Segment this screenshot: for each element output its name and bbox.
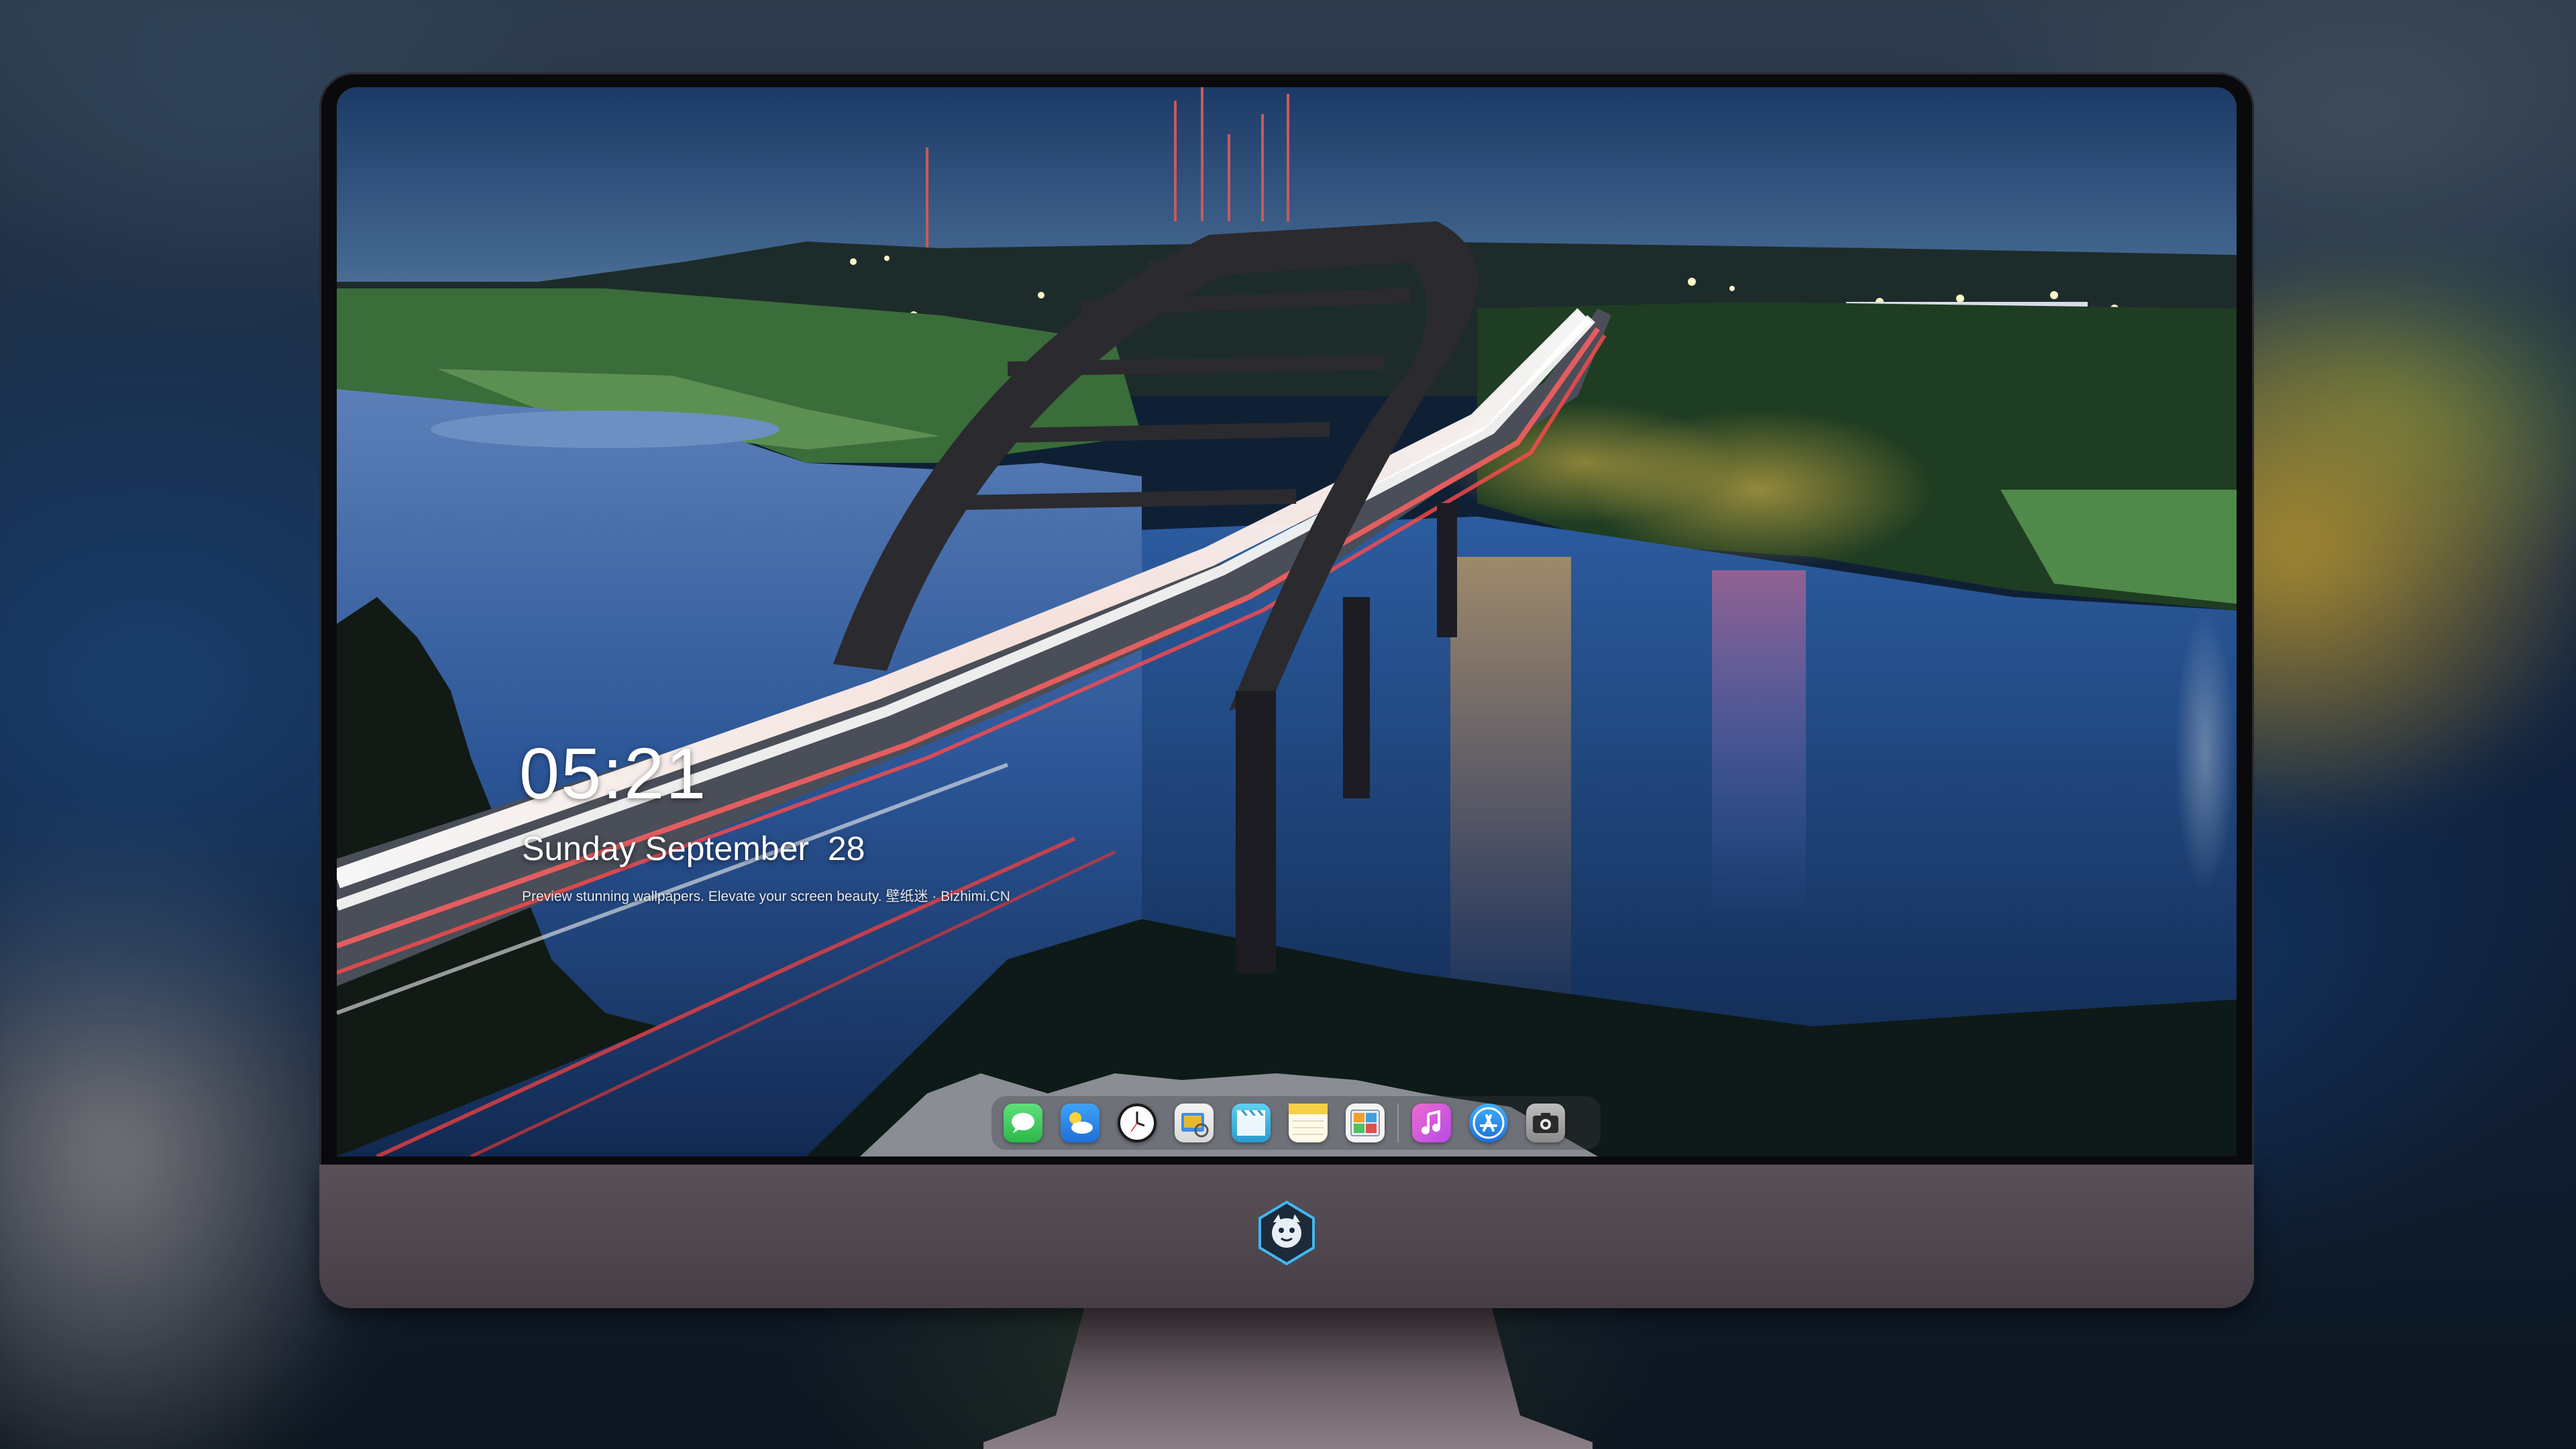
monitor-stand <box>983 1308 1593 1449</box>
notes-icon[interactable] <box>1289 1104 1328 1142</box>
camera-icon[interactable] <box>1526 1104 1565 1142</box>
screen: 05:21 Sunday September 28 Preview stunni… <box>337 87 2237 1157</box>
clips-icon[interactable] <box>1232 1104 1271 1142</box>
wallpaper-caption: Preview stunning wallpapers. Elevate you… <box>522 889 1010 904</box>
stage: 05:21 Sunday September 28 Preview stunni… <box>0 0 2576 1449</box>
brand-logo-icon <box>1258 1200 1315 1266</box>
dock <box>991 1096 1601 1150</box>
photos-icon[interactable] <box>1346 1104 1385 1142</box>
app-store-icon[interactable] <box>1469 1104 1508 1142</box>
monitor: 05:21 Sunday September 28 Preview stunni… <box>319 72 2254 1308</box>
lock-clock: 05:21 <box>519 733 708 814</box>
dock-separator <box>1397 1104 1399 1142</box>
itunes-icon[interactable] <box>1412 1104 1451 1142</box>
messages-icon[interactable] <box>1004 1104 1042 1142</box>
weather-icon[interactable] <box>1061 1104 1099 1142</box>
preview-icon[interactable] <box>1175 1104 1214 1142</box>
monitor-bezel: 05:21 Sunday September 28 Preview stunni… <box>319 72 2254 1170</box>
wallpaper <box>337 87 2237 1157</box>
clock-icon[interactable] <box>1118 1104 1157 1142</box>
lock-date: Sunday September 28 <box>522 830 865 867</box>
